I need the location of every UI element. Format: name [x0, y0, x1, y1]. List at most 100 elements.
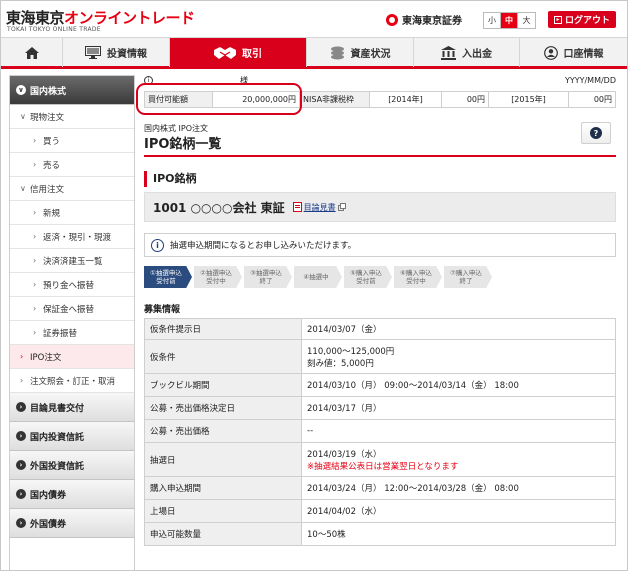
nisa-year1-value: 00円: [442, 92, 489, 107]
sidebar-item-label: 現物注文: [30, 112, 65, 123]
sidebar-item[interactable]: › 決済済建玉一覧: [10, 249, 134, 273]
chevron-right-icon: ›: [20, 376, 24, 385]
sidebar-category-domestic-stocks[interactable]: ∨ 国内株式: [10, 76, 134, 105]
chevron-right-icon: ›: [16, 431, 26, 441]
status-step: ⑥購入申込 受付中: [394, 266, 442, 288]
row-label: 公募・売出価格決定日: [144, 396, 302, 420]
status-step-text: ④抽選中: [303, 273, 328, 281]
nav-account-info[interactable]: 口座情報: [520, 38, 627, 67]
chevron-right-icon: ›: [16, 460, 26, 470]
sidebar-category[interactable]: › 国内投資信託: [10, 422, 134, 451]
sidebar-item[interactable]: › 返済・現引・現渡: [10, 225, 134, 249]
offering-info-table: 仮条件提示日 2014/03/07（金） 仮条件 110,000～125,000円 刻み…: [144, 318, 616, 546]
nisa-year2: [2015年]: [489, 92, 569, 107]
row-label: 上場日: [144, 499, 302, 523]
row-label: 申込可能数量: [144, 522, 302, 546]
buying-power-highlight: [136, 83, 302, 115]
chevron-right-icon: ›: [33, 160, 37, 169]
status-step: ⑤購入申込 受付前: [344, 266, 392, 288]
sidebar-category[interactable]: › 外国投資信託: [10, 451, 134, 480]
table-row: 抽選日 2014/03/19（水） ※抽選結果公表日は営業翌日となります: [144, 442, 616, 477]
chevron-right-icon: ›: [16, 489, 26, 499]
nav-home[interactable]: [1, 38, 63, 67]
row-value-text: 2014/04/02（水）: [307, 507, 382, 517]
status-step-line1: ⑤購入申込: [350, 269, 382, 277]
sidebar-category[interactable]: › 国内債券: [10, 480, 134, 509]
security-header: 1001 ○○○○会社 東証 目論見書: [144, 192, 616, 222]
chevron-right-icon: ›: [16, 402, 26, 412]
nav-investment-info[interactable]: 投資情報: [63, 38, 170, 67]
logout-icon: ▸: [553, 15, 562, 24]
ipo-status-steps: ①抽選申込 受付前 ②抽選申込 受付中 ③抽選申込 終了 ④抽選中 ⑤購入申込 受付前 ⑥購入申込…: [144, 266, 492, 288]
row-value-text: 2014/03/07（金）: [307, 325, 382, 335]
nav-assets[interactable]: 資産状況: [307, 38, 414, 67]
sidebar-item[interactable]: › 証券振替: [10, 321, 134, 345]
table-row: 上場日 2014/04/02（水）: [144, 499, 616, 523]
table-row: 購入申込期間 2014/03/24（月） 12:00～2014/03/28（金） …: [144, 476, 616, 500]
chevron-right-icon: ›: [33, 280, 37, 289]
chevron-right-icon: ›: [33, 208, 37, 217]
row-label: 仮条件: [144, 339, 302, 374]
sidebar-item[interactable]: ∨ 信用注文: [10, 177, 134, 201]
row-value-text: 2014/03/17（月）: [307, 404, 382, 414]
brand-logo-icon: [386, 13, 398, 26]
help-button[interactable]: ?: [581, 122, 611, 144]
table-row: 仮条件提示日 2014/03/07（金）: [144, 318, 616, 340]
font-size-medium-button[interactable]: 中: [501, 13, 518, 28]
sidebar-item[interactable]: ∨ 現物注文: [10, 105, 134, 129]
status-step: ⑦購入申込 終了: [444, 266, 492, 288]
sidebar-item-label: IPO注文: [30, 352, 62, 363]
table-row: 仮条件 110,000～125,000円 刻み値：5,000円: [144, 339, 616, 374]
sidebar-category[interactable]: › 外国債券: [10, 509, 134, 538]
row-value-sub: 刻み値：5,000円: [307, 358, 374, 369]
global-nav: 投資情報 取引 資産状況 入出金 口座情報: [1, 37, 627, 69]
sidebar-category-label: 外国債券: [30, 519, 67, 530]
sidebar-item[interactable]: › 預り金へ振替: [10, 273, 134, 297]
sidebar-item-label: 注文照会・訂正・取消: [30, 376, 116, 387]
sidebar-item[interactable]: › 保証金へ振替: [10, 297, 134, 321]
pdf-icon: [292, 202, 302, 212]
chevron-right-icon: ›: [33, 232, 37, 241]
row-value-text: 2014/03/10（月） 09:00～2014/03/14（金） 18:00: [307, 381, 519, 391]
sidebar-item[interactable]: › IPO注文: [10, 345, 134, 369]
row-value: 2014/03/24（月） 12:00～2014/03/28（金） 08:00: [301, 476, 616, 500]
status-step-text: ⑥購入申込 受付中: [400, 269, 432, 285]
chevron-right-icon: ›: [16, 518, 26, 528]
status-step-line2: 終了: [459, 277, 473, 285]
font-size-large-button[interactable]: 大: [518, 13, 535, 28]
status-step-text: ⑤購入申込 受付前: [350, 269, 382, 285]
page-title: IPO銘柄一覧: [144, 137, 222, 152]
status-step-text: ③抽選申込 終了: [250, 269, 282, 285]
row-label: 仮条件提示日: [144, 318, 302, 340]
site-logo[interactable]: 東海東京オンライントレード: [6, 7, 195, 28]
handshake-icon: [214, 46, 236, 59]
table-row: 申込可能数量 10～50株: [144, 522, 616, 546]
row-value: 2014/03/17（月）: [301, 396, 616, 420]
prospectus-link[interactable]: 目論見書: [292, 202, 346, 213]
sidebar-item[interactable]: › 売る: [10, 153, 134, 177]
status-step-text: ①抽選申込 受付前: [150, 269, 182, 285]
sidebar-items: ∨ 現物注文 › 買う › 売る ∨ 信用注文 › 新規 › 返済・現引・現渡 › 決済済建玉一覧 › 預り金…: [10, 105, 134, 393]
status-step-line2: 受付前: [356, 277, 376, 285]
logout-button[interactable]: ▸ ログアウト: [548, 11, 616, 28]
row-value: 2014/04/02（水）: [301, 499, 616, 523]
chevron-right-icon: ›: [33, 256, 37, 265]
sidebar-item[interactable]: › 注文照会・訂正・取消: [10, 369, 134, 393]
page-frame: 東海東京オンライントレード TOKAI TOKYO ONLINE TRADE 東…: [0, 0, 628, 571]
font-size-small-button[interactable]: 小: [484, 13, 501, 28]
nisa-year1: [2014年]: [370, 92, 442, 107]
chevron-right-icon: ›: [33, 328, 37, 337]
nav-trade[interactable]: 取引: [170, 38, 307, 67]
sidebar-item[interactable]: › 買う: [10, 129, 134, 153]
sidebar-item[interactable]: › 新規: [10, 201, 134, 225]
sidebar-item-label: 返済・現引・現渡: [43, 232, 112, 243]
chevron-right-icon: ›: [33, 304, 37, 313]
security-name: 1001 ○○○○会社 東証: [153, 200, 285, 215]
sidebar-category[interactable]: › 目論見書交付: [10, 393, 134, 422]
nav-deposit-withdrawal[interactable]: 入出金: [414, 38, 520, 67]
row-note: ※抽選結果公表日は営業翌日となります: [307, 461, 459, 472]
status-step: ③抽選申込 終了: [244, 266, 292, 288]
offering-info-title: 募集情報: [144, 305, 181, 315]
sidebar-item-label: 預り金へ振替: [43, 280, 95, 291]
brand-name: 東海東京証券: [402, 16, 462, 27]
